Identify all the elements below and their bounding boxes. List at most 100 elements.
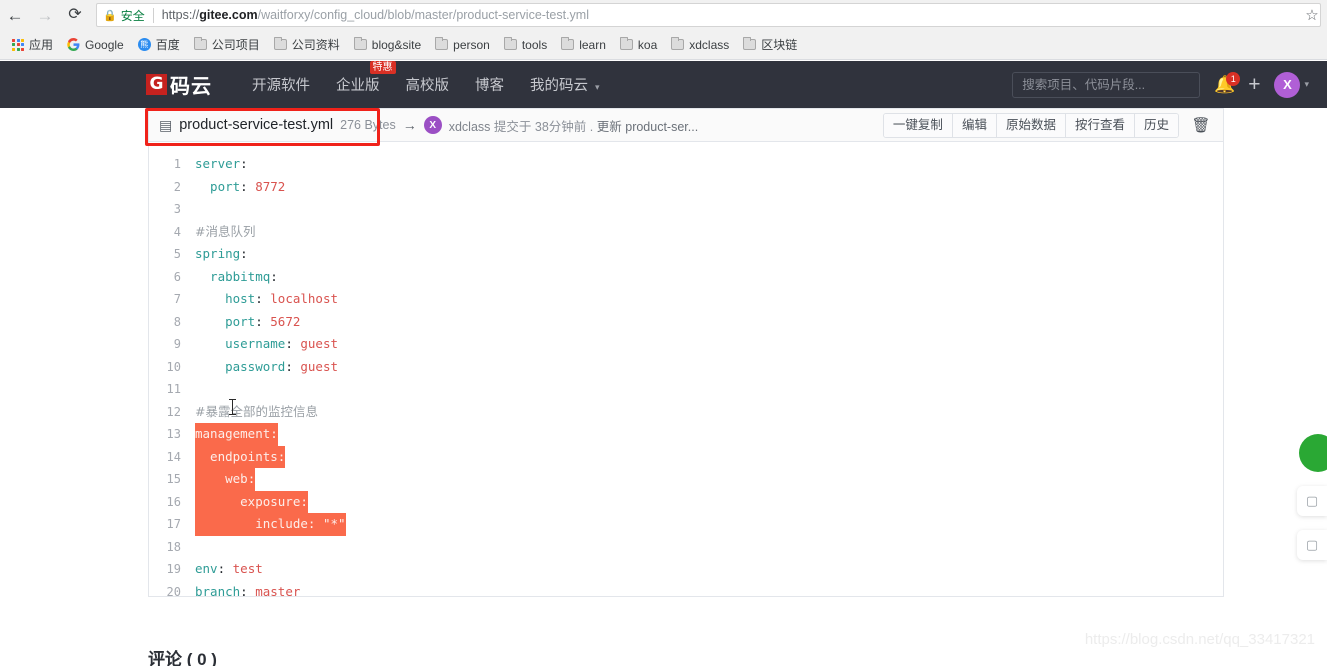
line-number[interactable]: 8 <box>149 311 195 334</box>
line-number[interactable]: 11 <box>149 378 195 401</box>
reload-icon[interactable]: ⟳ <box>60 0 90 30</box>
code-viewer[interactable]: 1 server: 2 port: 8772 3 4 #消息队列 5 spring: 6 rab… <box>148 141 1224 597</box>
nav-item-campus[interactable]: 高校版 <box>406 74 450 95</box>
line-number[interactable]: 17 <box>149 513 195 536</box>
line-number[interactable]: 6 <box>149 266 195 289</box>
code-token: : <box>307 516 323 531</box>
edit-button[interactable]: 编辑 <box>952 113 997 137</box>
line-number[interactable]: 4 <box>149 221 195 244</box>
nav-item-my-gitee[interactable]: 我的码云 ▾ <box>530 74 600 95</box>
line-number[interactable]: 12 <box>149 401 195 424</box>
line-number[interactable]: 19 <box>149 558 195 581</box>
code-line: 18 <box>149 536 1223 559</box>
code-token: username <box>195 336 286 351</box>
code-line-content: server: <box>195 153 248 176</box>
history-button[interactable]: 历史 <box>1134 113 1178 137</box>
code-token: "*" <box>322 516 346 531</box>
line-number[interactable]: 5 <box>149 243 195 266</box>
user-menu[interactable]: X ▾ <box>1274 71 1309 98</box>
line-number[interactable]: 13 <box>149 423 195 446</box>
url-scheme: https:// <box>161 8 200 22</box>
commit-message[interactable]: 更新 product-ser... <box>597 120 698 134</box>
bookmarks-bar: 应用 Google 熊 百度 公司项目 公司资料 blog&site perso… <box>0 30 1327 60</box>
nav-item-enterprise[interactable]: 企业版 特惠 <box>336 61 396 95</box>
code-token: : <box>255 313 271 329</box>
code-line: 8 port: 5672 <box>149 311 1223 334</box>
code-token: spring <box>195 246 241 261</box>
line-number[interactable]: 9 <box>149 333 195 356</box>
bookmark-folder-3[interactable]: 公司项目 <box>188 33 266 56</box>
notifications-button[interactable]: 🔔 1 <box>1214 71 1241 96</box>
line-number[interactable]: 10 <box>149 356 195 379</box>
bookmark-folder-4[interactable]: 公司资料 <box>268 33 346 56</box>
code-token: guest <box>300 336 339 351</box>
folder-icon <box>743 37 757 50</box>
folder-icon <box>671 37 685 50</box>
line-number[interactable]: 15 <box>149 468 195 491</box>
bookmark-folder-10[interactable]: xdclass <box>665 35 735 55</box>
bookmark-folder-6[interactable]: person <box>429 35 496 55</box>
commit-author[interactable]: xdclass <box>449 120 491 134</box>
bookmark-folder-9[interactable]: koa <box>614 35 663 55</box>
line-number[interactable]: 1 <box>149 153 195 176</box>
header-right: 搜索项目、代码片段... 🔔 1 + X ▾ <box>1012 61 1309 108</box>
code-line: 6 rabbitmq: <box>149 266 1223 289</box>
url-text: https://gitee.com/waitforxy/config_cloud… <box>162 8 589 22</box>
code-token: host <box>195 291 256 306</box>
commit-time: 38分钟前 <box>534 119 587 134</box>
code-token: : <box>255 291 271 306</box>
code-line: 5 spring: <box>149 243 1223 266</box>
line-number[interactable]: 20 <box>149 581 195 597</box>
code-token: port <box>195 313 256 329</box>
plus-icon[interactable]: + <box>1248 74 1260 95</box>
bookmark-apps[interactable]: 应用 <box>6 33 59 56</box>
line-number[interactable]: 18 <box>149 536 195 559</box>
code-token: : <box>247 471 256 486</box>
bookmark-google[interactable]: Google <box>61 35 130 55</box>
back-icon[interactable]: ← <box>0 0 30 30</box>
code-token: master <box>255 583 301 597</box>
qrcode-chip[interactable]: ▢ <box>1297 530 1327 560</box>
line-number[interactable]: 14 <box>149 446 195 469</box>
code-token: : <box>240 246 248 261</box>
main-nav: 开源软件 企业版 特惠 高校版 博客 我的码云 ▾ <box>252 61 600 95</box>
code-token: endpoints <box>195 448 278 464</box>
scroll-top-button[interactable] <box>1299 434 1327 472</box>
promo-badge: 特惠 <box>369 61 396 74</box>
bookmark-folder-7[interactable]: tools <box>498 35 553 55</box>
nav-item-blog[interactable]: 博客 <box>475 74 504 95</box>
code-token: env <box>195 561 218 576</box>
code-token: 5672 <box>270 313 301 329</box>
folder-icon <box>561 37 575 50</box>
trash-icon[interactable]: 🗑 <box>1189 113 1213 137</box>
line-number[interactable]: 3 <box>149 198 195 221</box>
feedback-chip[interactable]: ▢ <box>1297 486 1327 516</box>
bookmark-label: 百度 <box>155 38 180 52</box>
bookmark-folder-11[interactable]: 区块链 <box>737 33 803 56</box>
code-token: : <box>217 561 233 576</box>
search-input[interactable]: 搜索项目、代码片段... <box>1012 71 1201 98</box>
line-number[interactable]: 2 <box>149 176 195 199</box>
notification-count-badge: 1 <box>1226 71 1241 86</box>
nav-item-opensource[interactable]: 开源软件 <box>252 74 310 95</box>
bookmark-folder-8[interactable]: learn <box>555 35 612 55</box>
bookmark-folder-5[interactable]: blog&site <box>348 35 427 55</box>
star-icon[interactable]: ☆ <box>1299 2 1325 28</box>
code-token: : <box>277 448 286 464</box>
line-number[interactable]: 16 <box>149 491 195 514</box>
site-logo[interactable]: G 码云 <box>146 70 212 99</box>
code-line: 7 host: localhost <box>149 288 1223 311</box>
address-bar[interactable]: 🔒 安全 https://gitee.com/waitforxy/config_… <box>96 3 1321 27</box>
bookmark-baidu[interactable]: 熊 百度 <box>132 33 186 56</box>
file-size: 276 Bytes <box>340 118 396 132</box>
blame-button[interactable]: 按行查看 <box>1065 113 1135 137</box>
raw-button[interactable]: 原始数据 <box>996 113 1066 137</box>
line-number[interactable]: 7 <box>149 288 195 311</box>
code-line-content: username: guest <box>195 333 338 356</box>
bookmark-label: 应用 <box>29 38 54 52</box>
bookmark-label: person <box>453 37 490 52</box>
folder-icon <box>619 37 633 50</box>
copy-button[interactable]: 一键复制 <box>883 113 953 137</box>
commit-summary: xdclass 提交于 38分钟前 . 更新 product-ser... <box>449 116 698 135</box>
forward-icon[interactable]: → <box>30 0 60 30</box>
